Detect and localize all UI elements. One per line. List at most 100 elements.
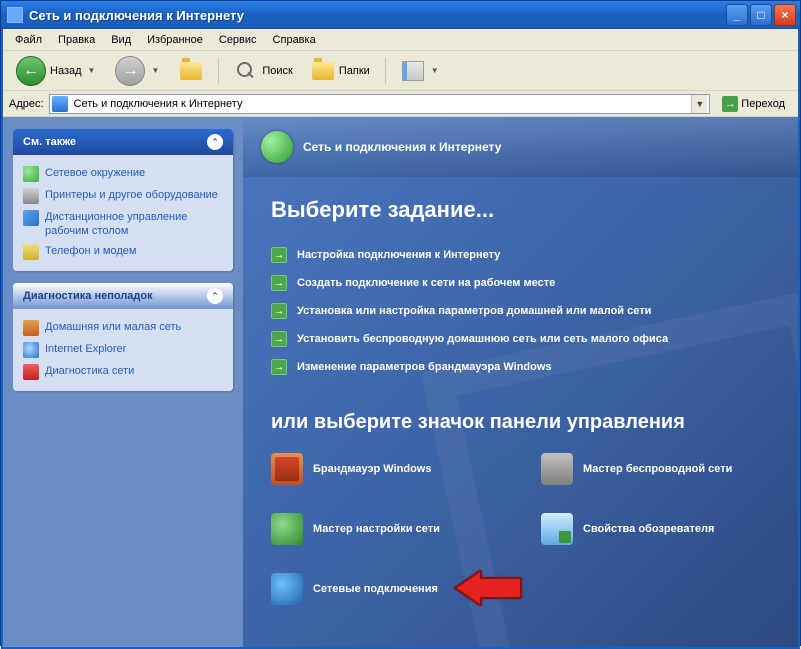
task-label: Установить беспроводную домашнюю сеть ил… [297,333,668,345]
search-button[interactable]: Поиск [227,55,299,87]
wireless-wizard-icon [541,453,573,485]
forward-button[interactable]: → ▼ [108,52,168,90]
up-button[interactable] [172,55,210,87]
go-label: Переход [741,98,785,110]
views-dropdown-icon[interactable]: ▼ [429,66,441,75]
link-label: Диагностика сети [45,364,134,378]
cpicon-network-wizard[interactable]: Мастер настройки сети [271,513,491,545]
network-connections-icon [271,573,303,605]
category-title: Сеть и подключения к Интернету [303,140,501,154]
link-label: Сетевое окружение [45,166,145,180]
toolbar-separator [218,58,219,84]
internet-options-icon [541,513,573,545]
link-net-diag[interactable]: Диагностика сети [23,361,223,383]
cpicon-wireless-wizard[interactable]: Мастер беспроводной сети [541,453,761,485]
side-panel: См. также ⌃ Сетевое окружение Принтеры и… [3,117,243,647]
back-label: Назад [50,65,82,77]
main-area: Сеть и подключения к Интернету Выберите … [243,117,798,647]
link-remote-desktop[interactable]: Дистанционное управление рабочим столом [23,207,223,241]
network-wizard-icon [271,513,303,545]
category-header: Сеть и подключения к Интернету [243,117,798,177]
cpicon-internet-options[interactable]: Свойства обозревателя [541,513,761,545]
task-internet-setup[interactable]: →Настройка подключения к Интернету [271,241,770,269]
cpicon-label: Сетевые подключения [313,583,438,595]
see-also-box: См. также ⌃ Сетевое окружение Принтеры и… [13,129,233,271]
menu-favorites[interactable]: Избранное [139,32,211,48]
printer-icon [23,188,39,204]
phone-icon [23,244,39,260]
link-label: Телефон и модем [45,244,136,258]
diag-icon [23,364,39,380]
link-label: Домашняя или малая сеть [45,320,181,334]
menu-help[interactable]: Справка [265,32,324,48]
collapse-icon: ⌃ [207,134,223,150]
menu-tools[interactable]: Сервис [211,32,265,48]
task-workplace-conn[interactable]: → Создать подключение к сети на рабочем м… [271,269,770,297]
remote-icon [23,210,39,226]
toolbar-separator [385,58,386,84]
menu-edit[interactable]: Правка [50,32,103,48]
forward-arrow-icon: → [115,56,145,86]
link-home-network[interactable]: Домашняя или малая сеть [23,317,223,339]
back-button[interactable]: ← Назад ▼ [9,52,104,90]
cpicon-label: Мастер беспроводной сети [583,463,732,475]
firewall-icon [271,453,303,485]
back-dropdown-icon[interactable]: ▼ [86,66,98,75]
views-button[interactable]: ▼ [394,55,448,87]
task-label: Настройка подключения к Интернету [297,249,500,261]
forward-dropdown-icon[interactable]: ▼ [149,66,161,75]
folders-button[interactable]: Папки [304,55,377,87]
task-wireless[interactable]: → Установить беспроводную домашнюю сеть и… [271,325,770,353]
go-button[interactable]: → Переход [715,93,792,115]
cpicon-label: Свойства обозревателя [583,523,714,535]
address-input-container[interactable]: ▼ [49,94,711,114]
window-title: Сеть и подключения к Интернету [29,8,726,23]
address-input[interactable] [72,97,692,111]
ie-icon [23,342,39,358]
control-panel-icons: Брандмауэр Windows Мастер беспроводной с… [271,453,770,605]
cpicon-label: Брандмауэр Windows [313,463,431,475]
task-label: Создать подключение к сети на рабочем ме… [297,277,555,289]
home-icon [23,320,39,336]
link-label: Принтеры и другое оборудование [45,188,218,202]
link-ie[interactable]: Internet Explorer [23,339,223,361]
search-label: Поиск [262,65,292,77]
address-label: Адрес: [9,98,44,110]
maximize-button[interactable]: □ [750,4,772,26]
address-location-icon [52,96,68,112]
back-arrow-icon: ← [16,56,46,86]
task-arrow-icon: → [271,303,287,319]
link-label: Internet Explorer [45,342,126,356]
task-home-network[interactable]: → Установка или настройка параметров дома… [271,297,770,325]
folders-icon [312,62,334,80]
menu-bar: Файл Правка Вид Избранное Сервис Справка [3,29,798,51]
close-button[interactable]: × [774,4,796,26]
task-arrow-icon: → [271,275,287,291]
menu-view[interactable]: Вид [103,32,139,48]
search-icon [235,60,257,82]
task-firewall-settings[interactable]: →Изменение параметров брандмауэра Window… [271,353,770,381]
minimize-button[interactable]: _ [726,4,748,26]
pick-task-heading: Выберите задание... [271,197,770,223]
task-arrow-icon: → [271,331,287,347]
category-icon [261,131,293,163]
collapse-icon: ⌃ [207,288,223,304]
menu-file[interactable]: Файл [7,32,50,48]
pick-icon-heading: или выберите значок панели управления [271,409,770,435]
link-phone-modem[interactable]: Телефон и модем [23,241,223,263]
task-label: Установка или настройка параметров домаш… [297,305,651,317]
views-icon [402,61,424,81]
link-label: Дистанционное управление рабочим столом [45,210,223,238]
network-places-icon [23,166,39,182]
cpicon-firewall[interactable]: Брандмауэр Windows [271,453,491,485]
link-network-places[interactable]: Сетевое окружение [23,163,223,185]
folders-label: Папки [339,65,370,77]
address-bar: Адрес: ▼ → Переход [3,91,798,117]
link-printers[interactable]: Принтеры и другое оборудование [23,185,223,207]
window-icon [7,7,23,23]
title-bar: Сеть и подключения к Интернету _ □ × [1,1,800,29]
troubleshoot-header[interactable]: Диагностика неполадок ⌃ [13,283,233,309]
see-also-header[interactable]: См. также ⌃ [13,129,233,155]
troubleshoot-box: Диагностика неполадок ⌃ Домашняя или мал… [13,283,233,391]
address-dropdown-icon[interactable]: ▼ [691,95,707,113]
